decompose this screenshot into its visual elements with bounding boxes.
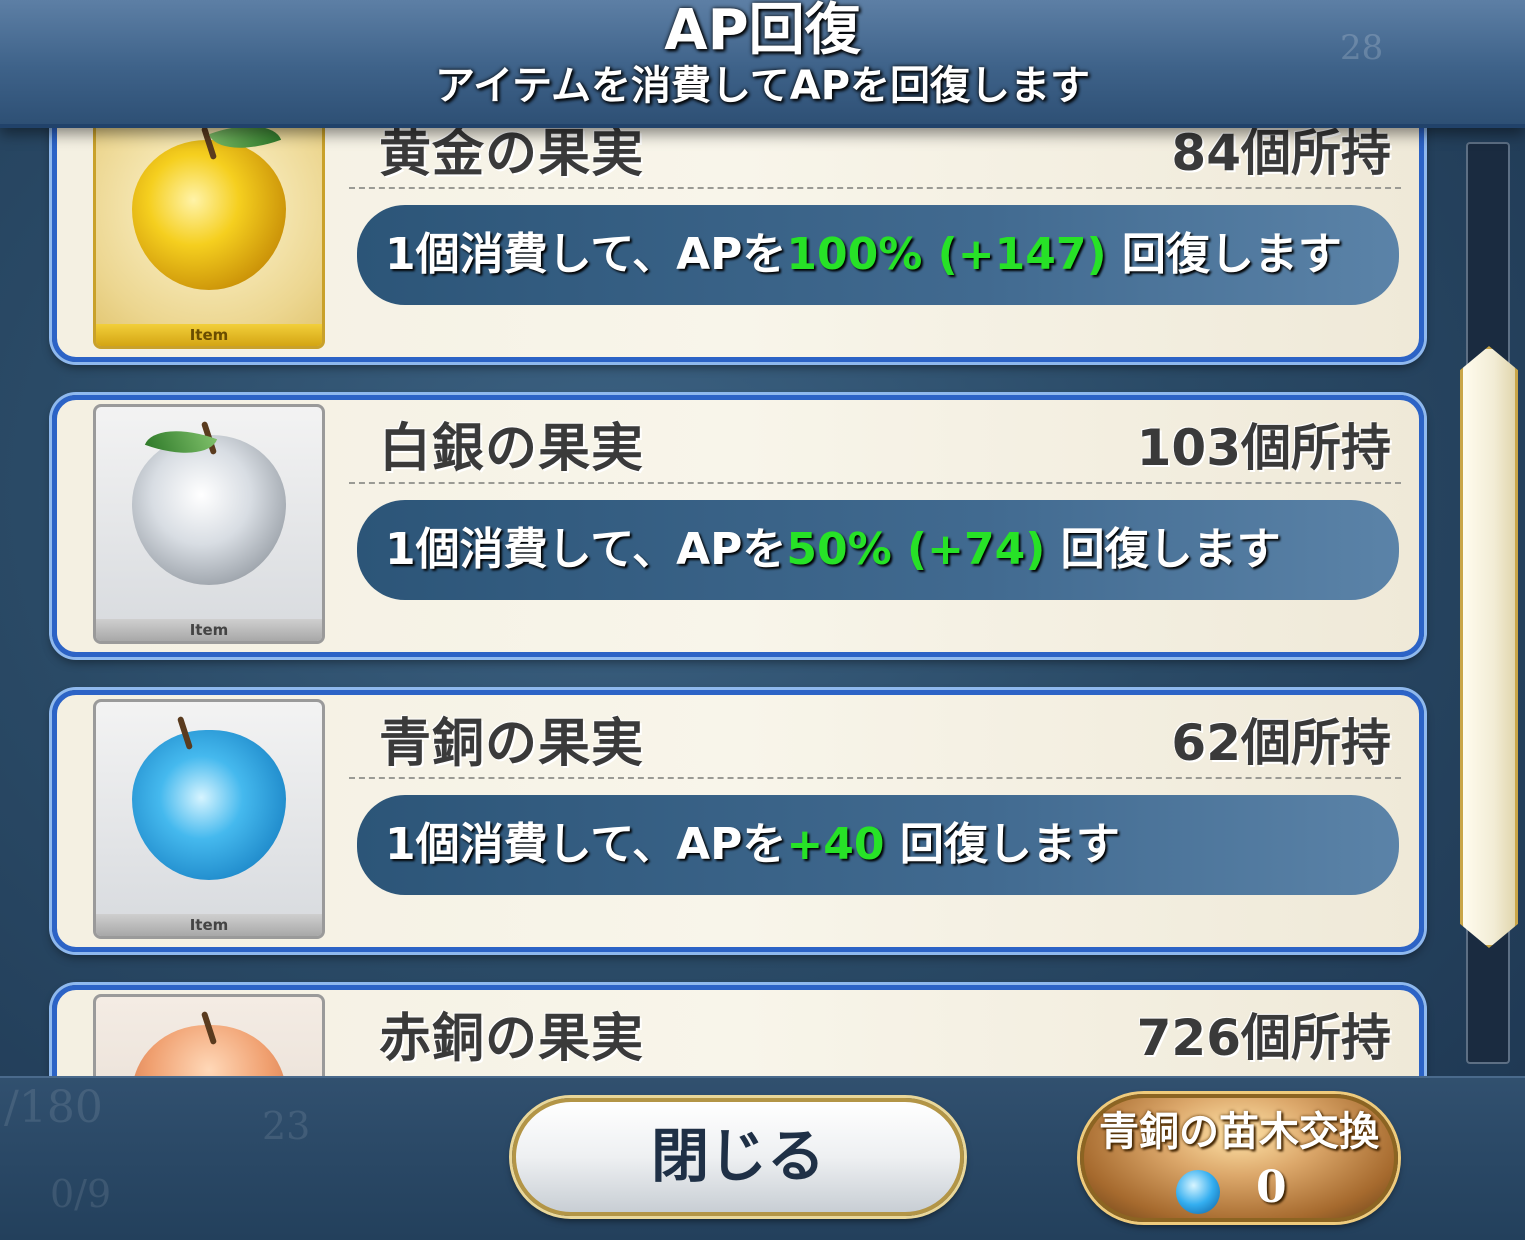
item-count: 62個所持 bbox=[1171, 703, 1391, 775]
item-card-silver[interactable]: Item 白銀の果実 103個所持 1個消費して、APを50% (+74) 回復… bbox=[52, 395, 1424, 657]
dialog-title: AP回復 bbox=[664, 0, 861, 63]
item-count-suffix: 個所持 bbox=[1241, 128, 1391, 182]
item-list[interactable]: Item 黄金の果実 84個所持 1個消費して、APを100% (+147) 回… bbox=[0, 128, 1450, 1076]
silver-apple-icon bbox=[132, 435, 286, 585]
effect-prefix: 1個消費して、APを bbox=[385, 819, 787, 870]
effect-prefix: 1個消費して、APを bbox=[385, 524, 787, 575]
item-count-value: 62 bbox=[1171, 714, 1241, 772]
close-button[interactable]: 閉じる bbox=[512, 1098, 964, 1216]
item-thumbnail bbox=[93, 994, 325, 1076]
item-effect: 1個消費して、APを+40 回復します bbox=[357, 795, 1399, 895]
divider bbox=[349, 777, 1401, 779]
item-tag: Item bbox=[96, 914, 322, 936]
effect-value: 100% (+147) bbox=[786, 229, 1107, 280]
effect-suffix: 回復します bbox=[1045, 524, 1281, 575]
item-card-bronze[interactable]: Item 青銅の果実 62個所持 1個消費して、APを+40 回復します bbox=[52, 690, 1424, 952]
item-name: 赤銅の果実 bbox=[379, 1009, 645, 1069]
item-card-gold[interactable]: Item 黄金の果実 84個所持 1個消費して、APを100% (+147) 回… bbox=[52, 128, 1424, 362]
scrollbar-thumb[interactable] bbox=[1460, 346, 1518, 948]
exchange-count: 0 bbox=[1256, 1162, 1287, 1213]
item-tag: Item bbox=[96, 619, 322, 641]
effect-value: +40 bbox=[786, 819, 885, 870]
background-number: 0/9 bbox=[50, 1172, 112, 1216]
background-number: /180 bbox=[4, 1082, 103, 1133]
item-name: 青銅の果実 bbox=[379, 714, 645, 774]
item-name: 黄金の果実 bbox=[379, 128, 645, 184]
dialog-subtitle: アイテムを消費してAPを回復します bbox=[434, 63, 1091, 109]
golden-apple-icon bbox=[132, 140, 286, 290]
background-number: 23 bbox=[262, 1104, 311, 1148]
item-count-value: 726 bbox=[1136, 1009, 1241, 1067]
divider bbox=[349, 187, 1401, 189]
item-count-value: 84 bbox=[1171, 128, 1241, 182]
effect-value: 50% (+74) bbox=[786, 524, 1046, 575]
item-thumbnail: Item bbox=[93, 404, 325, 644]
item-thumbnail: Item bbox=[93, 699, 325, 939]
effect-suffix: 回復します bbox=[884, 819, 1120, 870]
dialog-header: 28 AP回復 アイテムを消費してAPを回復します bbox=[0, 0, 1525, 128]
sapling-exchange-button[interactable]: 青銅の苗木交換 0 bbox=[1080, 1094, 1398, 1222]
divider bbox=[349, 482, 1401, 484]
item-count-suffix: 個所持 bbox=[1241, 714, 1391, 772]
exchange-label: 青銅の苗木交換 bbox=[1099, 1109, 1379, 1155]
item-tag: Item bbox=[96, 324, 322, 346]
item-count-value: 103 bbox=[1136, 419, 1241, 477]
item-name: 白銀の果実 bbox=[379, 419, 645, 479]
bronze-apple-icon bbox=[132, 730, 286, 880]
item-effect: 1個消費して、APを100% (+147) 回復します bbox=[357, 205, 1399, 305]
effect-prefix: 1個消費して、APを bbox=[385, 229, 787, 280]
item-thumbnail: Item bbox=[93, 128, 325, 349]
item-count-suffix: 個所持 bbox=[1241, 1009, 1391, 1067]
effect-suffix: 回復します bbox=[1106, 229, 1342, 280]
item-effect: 1個消費して、APを50% (+74) 回復します bbox=[357, 500, 1399, 600]
item-count-suffix: 個所持 bbox=[1241, 419, 1391, 477]
item-count: 103個所持 bbox=[1137, 408, 1391, 480]
item-count: 84個所持 bbox=[1171, 128, 1391, 185]
blue-apple-icon bbox=[1176, 1170, 1220, 1214]
item-count: 726個所持 bbox=[1137, 998, 1391, 1070]
item-card-copper[interactable]: 赤銅の果実 726個所持 bbox=[52, 985, 1424, 1076]
